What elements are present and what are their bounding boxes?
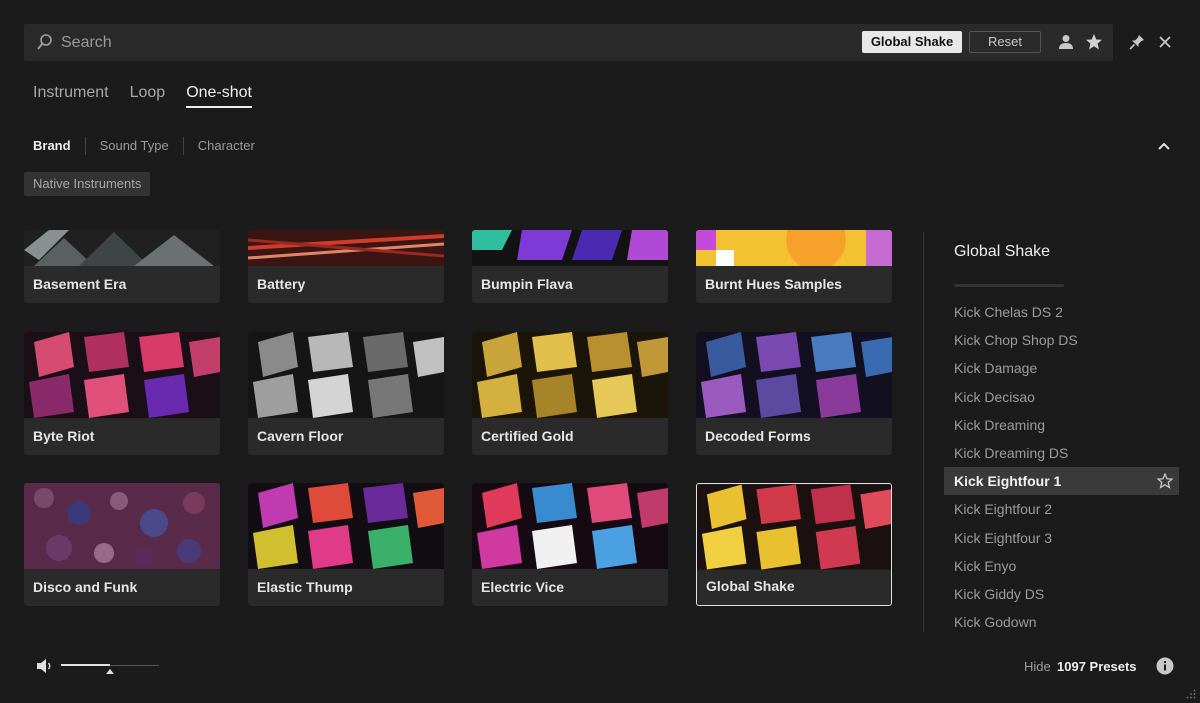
star-icon[interactable] [1085, 33, 1103, 51]
product-name: Electric Vice [481, 579, 565, 595]
panel-divider [923, 232, 924, 632]
product-card[interactable]: Certified Gold [472, 332, 668, 455]
preset-item[interactable]: Kick Dreaming [944, 411, 1179, 439]
search-bar: Search Global Shake Reset [24, 24, 1113, 61]
preset-item[interactable]: Kick Eightfour 3 [944, 524, 1179, 552]
tab-one-shot[interactable]: One-shot [186, 84, 252, 108]
preset-item[interactable]: Kick Dreaming DS [944, 439, 1179, 467]
chevron-up-icon[interactable] [1156, 138, 1172, 154]
side-panel-title: Global Shake [954, 243, 1051, 260]
product-name: Disco and Funk [33, 579, 138, 595]
product-thumbnail [248, 483, 444, 569]
product-card[interactable]: Battery [248, 230, 444, 303]
search-input[interactable]: Search [61, 24, 112, 61]
preset-item[interactable]: Kick Chop Shop DS [944, 326, 1179, 354]
product-name: Bumpin Flava [481, 276, 573, 292]
tab-loop[interactable]: Loop [130, 84, 166, 108]
product-card[interactable]: Electric Vice [472, 483, 668, 606]
product-thumbnail [24, 332, 220, 418]
product-name: Burnt Hues Samples [705, 276, 842, 292]
product-name: Basement Era [33, 276, 127, 292]
product-name: Battery [257, 276, 306, 292]
product-thumbnail [472, 332, 668, 418]
scrolled-row-fade [954, 284, 1064, 287]
preset-list: Kick Chelas DS 2 Kick Chop Shop DS Kick … [944, 298, 1179, 636]
preset-item[interactable]: Kick Decisao [944, 383, 1179, 411]
preset-item-selected[interactable]: Kick Eightfour 1 [944, 467, 1179, 496]
product-name: Elastic Thump [257, 579, 353, 595]
product-thumbnail [697, 484, 891, 570]
product-card[interactable]: Decoded Forms [696, 332, 892, 455]
close-icon[interactable] [1156, 33, 1174, 51]
active-filter-chip[interactable]: Global Shake [862, 31, 962, 53]
product-name: Byte Riot [33, 428, 95, 444]
filter-sound-type[interactable]: Sound Type [84, 137, 183, 155]
pin-icon[interactable] [1128, 33, 1146, 51]
product-card[interactable]: Burnt Hues Samples [696, 230, 892, 303]
star-outline-icon[interactable] [1157, 473, 1173, 489]
user-icon[interactable] [1057, 33, 1075, 51]
product-thumbnail [24, 230, 220, 266]
preset-item[interactable]: Kick Chelas DS 2 [944, 298, 1179, 326]
content-type-tabs: Instrument Loop One-shot [33, 84, 252, 108]
product-name: Decoded Forms [705, 428, 811, 444]
preset-item[interactable]: Kick Damage [944, 354, 1179, 382]
product-card[interactable]: Cavern Floor [248, 332, 444, 455]
tab-instrument[interactable]: Instrument [33, 84, 109, 108]
filter-character[interactable]: Character [182, 137, 269, 155]
volume-icon[interactable] [36, 658, 54, 674]
product-name: Global Shake [706, 578, 795, 594]
product-card-selected[interactable]: Global Shake [696, 483, 892, 606]
product-name: Cavern Floor [257, 428, 344, 444]
filter-brand[interactable]: Brand [33, 137, 85, 155]
product-thumbnail [248, 332, 444, 418]
search-icon [37, 34, 52, 50]
preset-item[interactable]: Kick Giddy DS [944, 580, 1179, 608]
preset-item[interactable]: Kick Enyo [944, 552, 1179, 580]
resize-grip-icon[interactable] [1186, 689, 1196, 699]
volume-slider-fill [61, 664, 110, 666]
preset-item[interactable]: Kick Godown [944, 608, 1179, 636]
reset-button[interactable]: Reset [969, 31, 1041, 53]
product-card[interactable]: Basement Era [24, 230, 220, 303]
volume-slider[interactable] [61, 664, 159, 674]
info-icon[interactable] [1156, 657, 1174, 675]
brand-tag[interactable]: Native Instruments [24, 172, 151, 196]
product-card[interactable]: Bumpin Flava [472, 230, 668, 303]
product-thumbnail [472, 483, 668, 569]
preset-count: 1097 Presets [1057, 659, 1137, 674]
product-thumbnail [248, 230, 444, 266]
product-card[interactable]: Elastic Thump [248, 483, 444, 606]
preset-item[interactable]: Kick Eightfour 2 [944, 495, 1179, 523]
filter-categories: Brand Sound Type Character [33, 137, 269, 155]
product-thumbnail [472, 230, 668, 266]
product-thumbnail [24, 483, 220, 569]
product-thumbnail [696, 332, 892, 418]
hide-presets-button[interactable]: Hide [1024, 659, 1051, 674]
product-name: Certified Gold [481, 428, 574, 444]
product-card[interactable]: Byte Riot [24, 332, 220, 455]
product-thumbnail [696, 230, 892, 270]
product-card[interactable]: Disco and Funk [24, 483, 220, 606]
preset-item-label: Kick Eightfour 1 [954, 473, 1062, 490]
volume-slider-handle[interactable] [106, 669, 114, 674]
